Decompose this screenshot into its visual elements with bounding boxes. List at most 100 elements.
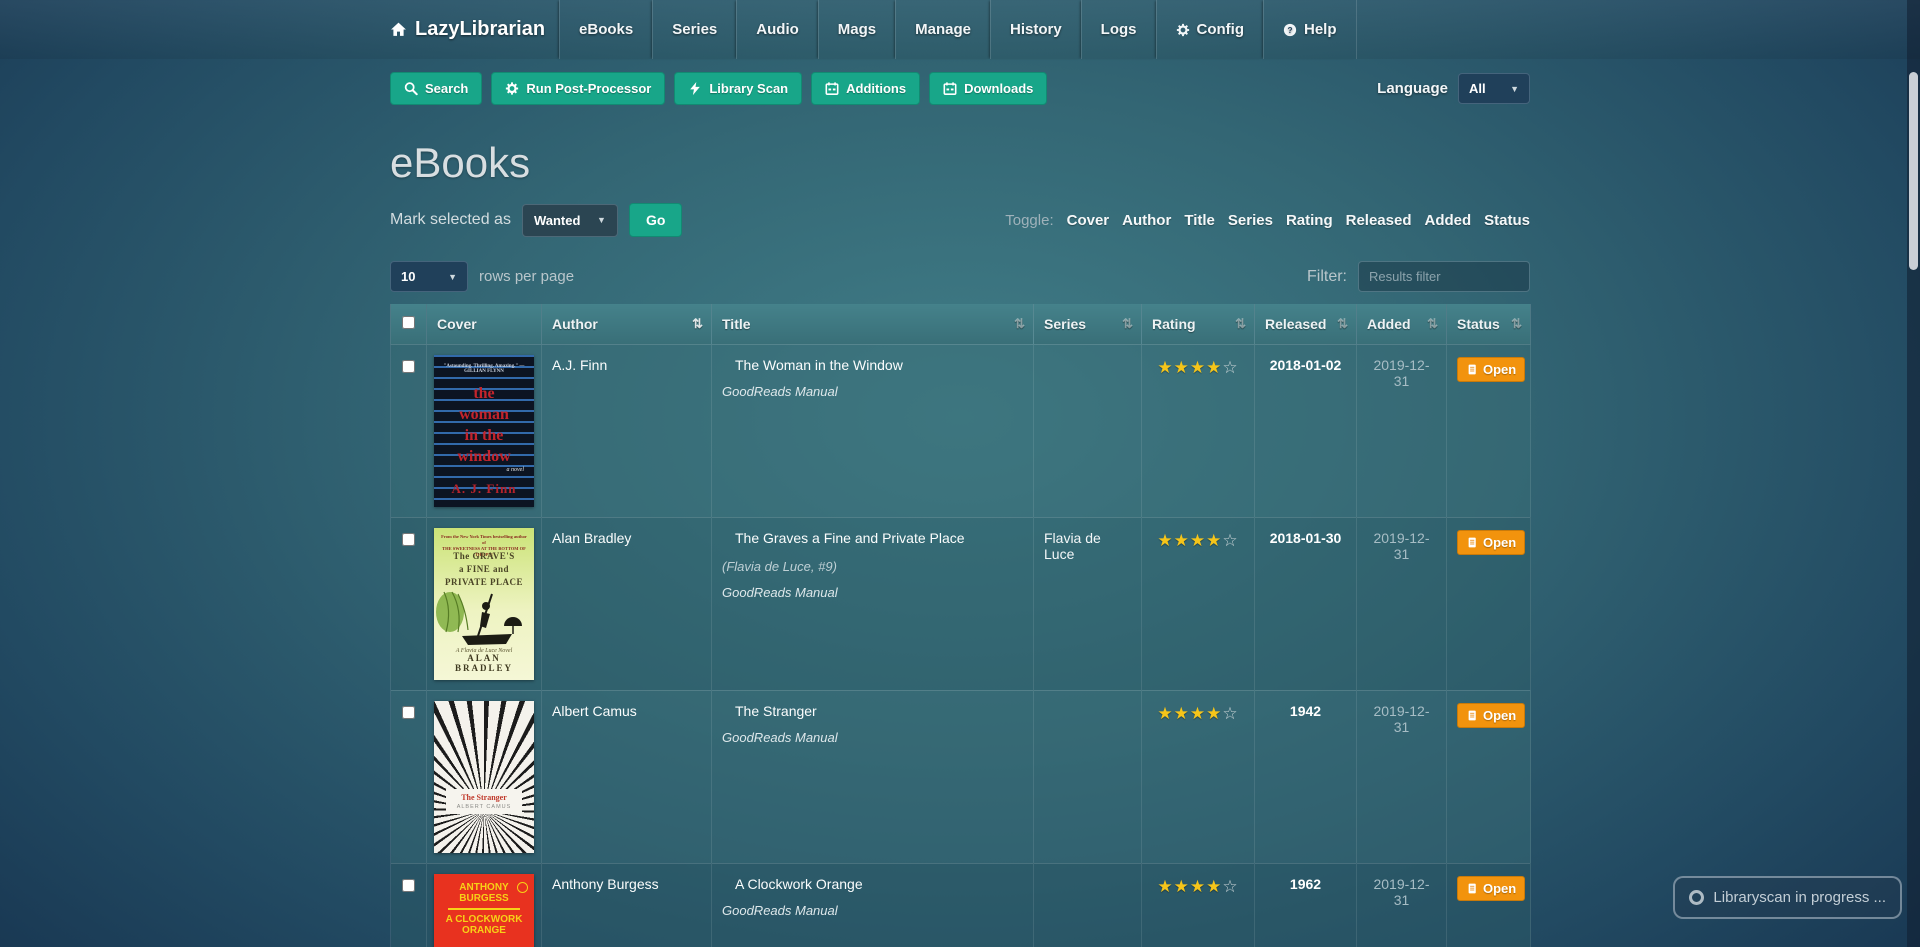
toggle-title[interactable]: Title (1184, 212, 1215, 229)
column-header-series[interactable]: Series ⇅ (1033, 304, 1142, 344)
open-button[interactable]: Open (1457, 875, 1526, 901)
added-date: 2019-12-31 (1356, 516, 1447, 690)
author-cell: A.J. Finn (541, 343, 712, 517)
series-cell (1033, 862, 1142, 947)
author-link[interactable]: Albert Camus (552, 703, 637, 719)
table-row: "Astounding. Thrilling. Amazing." —GILLI… (390, 343, 1531, 517)
toggle-series[interactable]: Series (1228, 212, 1273, 229)
title-link[interactable]: The Woman in the Window (735, 357, 903, 373)
author-cell: Albert Camus (541, 689, 712, 863)
nav-item-mags[interactable]: Mags (817, 0, 895, 59)
toggle-status[interactable]: Status (1484, 212, 1530, 229)
author-link[interactable]: Alan Bradley (552, 530, 631, 546)
chevron-down-icon: ▼ (448, 271, 457, 282)
toggle-cover[interactable]: Cover (1067, 212, 1110, 229)
mark-selected-label: Mark selected as (390, 211, 511, 228)
toggle-rating[interactable]: Rating (1286, 212, 1333, 229)
title-link[interactable]: The Graves a Fine and Private Place (735, 530, 965, 546)
column-header-title[interactable]: Title ⇅ (711, 304, 1034, 344)
author-link[interactable]: A.J. Finn (552, 357, 607, 373)
cover-cell: From the New York Times bestselling auth… (426, 516, 542, 690)
nav-item-history[interactable]: History (989, 0, 1081, 59)
row-checkbox[interactable] (402, 532, 415, 546)
row-select-cell (390, 516, 427, 690)
rows-per-page-select[interactable]: 10 ▼ (390, 261, 468, 292)
filter-input[interactable] (1358, 261, 1530, 292)
nav-item-manage[interactable]: Manage (895, 0, 990, 59)
mark-status-select[interactable]: Wanted ▼ (521, 203, 618, 237)
additions-button[interactable]: Additions (811, 72, 921, 105)
book-cover[interactable]: "Astounding. Thrilling. Amazing." —GILLI… (434, 354, 534, 507)
row-select-cell (390, 689, 427, 863)
released-date: 2018-01-02 (1254, 343, 1357, 517)
book-cover[interactable]: The Stranger ALBERT CAMUS (434, 700, 534, 853)
author-link[interactable]: Anthony Burgess (552, 876, 659, 892)
chevron-down-icon: ▼ (597, 215, 606, 225)
scrollbar-thumb[interactable] (1909, 72, 1918, 270)
released-date: 2018-01-30 (1254, 516, 1357, 690)
column-header-rating[interactable]: Rating ⇅ (1141, 304, 1255, 344)
column-header-status[interactable]: Status ⇅ (1446, 304, 1531, 344)
sort-icon: ⇅ (1014, 315, 1025, 331)
column-header-added[interactable]: Added ⇅ (1356, 304, 1447, 344)
library-scan-button[interactable]: Library Scan (674, 72, 803, 105)
go-button[interactable]: Go (628, 203, 683, 237)
rows-per-page-label: rows per page (479, 268, 575, 285)
nav-item-config[interactable]: Config (1155, 0, 1263, 59)
row-checkbox[interactable] (402, 359, 415, 373)
toggle-added[interactable]: Added (1424, 212, 1471, 229)
rating-stars: ★★★★☆ (1141, 689, 1255, 863)
nav-item-logs[interactable]: Logs (1080, 0, 1156, 59)
page-scrollbar[interactable] (1907, 0, 1920, 947)
ebooks-table: Cover Author ⇅ Title ⇅ Series ⇅ Rating ⇅ Released… (390, 304, 1531, 947)
title-link[interactable]: A Clockwork Orange (735, 876, 863, 892)
sort-icon: ⇅ (1122, 315, 1133, 331)
column-header-released[interactable]: Released ⇅ (1254, 304, 1357, 344)
title-link[interactable]: The Stranger (735, 703, 817, 719)
toolbar-row: Search Run Post-Processor Library Scan A… (390, 72, 1530, 105)
open-button[interactable]: Open (1457, 702, 1526, 728)
nav-item-audio[interactable]: Audio (736, 0, 818, 59)
series-link[interactable]: Flavia de Luce (1044, 530, 1101, 562)
nav-item-help[interactable]: Help (1263, 0, 1357, 59)
select-all-header[interactable] (390, 304, 427, 344)
row-select-cell (390, 862, 427, 947)
run-post-processor-button[interactable]: Run Post-Processor (491, 72, 666, 105)
gears-icon (505, 81, 519, 96)
nav-menu: eBooks Series Audio Mags Manage History … (559, 0, 1357, 59)
column-header-cover[interactable]: Cover (426, 304, 542, 344)
cover-cell: "Astounding. Thrilling. Amazing." —GILLI… (426, 343, 542, 517)
brand-logo[interactable]: LazyLibrarian (390, 0, 545, 59)
row-select-cell (390, 343, 427, 517)
select-all-checkbox[interactable] (402, 315, 415, 329)
column-header-author[interactable]: Author ⇅ (541, 304, 712, 344)
nav-item-series[interactable]: Series (652, 0, 736, 59)
sort-icon: ⇅ (1235, 315, 1246, 331)
series-cell: Flavia de Luce (1033, 516, 1142, 690)
search-button[interactable]: Search (390, 72, 483, 105)
title-cell: The Graves a Fine and Private Place (Fla… (711, 516, 1034, 690)
language-select[interactable]: All ▼ (1458, 73, 1530, 104)
open-button[interactable]: Open (1457, 356, 1526, 382)
series-cell (1033, 343, 1142, 517)
book-cover[interactable]: ANTHONY BURGESS A CLOCKWORK ORANGE (434, 873, 534, 947)
rows-per-page-value: 10 (401, 269, 416, 284)
cover-cell: The Stranger ALBERT CAMUS (426, 689, 542, 863)
rating-stars: ★★★★☆ (1141, 343, 1255, 517)
book-cover[interactable]: From the New York Times bestselling auth… (434, 527, 534, 680)
row-checkbox[interactable] (402, 878, 415, 892)
nav-item-ebooks[interactable]: eBooks (559, 0, 652, 59)
row-checkbox[interactable] (402, 705, 415, 719)
series-cell (1033, 689, 1142, 863)
brand-label: LazyLibrarian (415, 18, 546, 40)
title-cell: The Stranger GoodReads Manual (711, 689, 1034, 863)
rating-stars: ★★★★☆ (1141, 516, 1255, 690)
downloads-button[interactable]: Downloads (929, 72, 1048, 105)
status-cell: Open (1446, 689, 1531, 863)
open-button[interactable]: Open (1457, 529, 1526, 555)
toast-text: Libraryscan in progress ... (1713, 889, 1886, 906)
toggle-released[interactable]: Released (1346, 212, 1412, 229)
status-cell: Open (1446, 343, 1531, 517)
sort-icon: ⇅ (692, 315, 703, 331)
toggle-author[interactable]: Author (1122, 212, 1171, 229)
